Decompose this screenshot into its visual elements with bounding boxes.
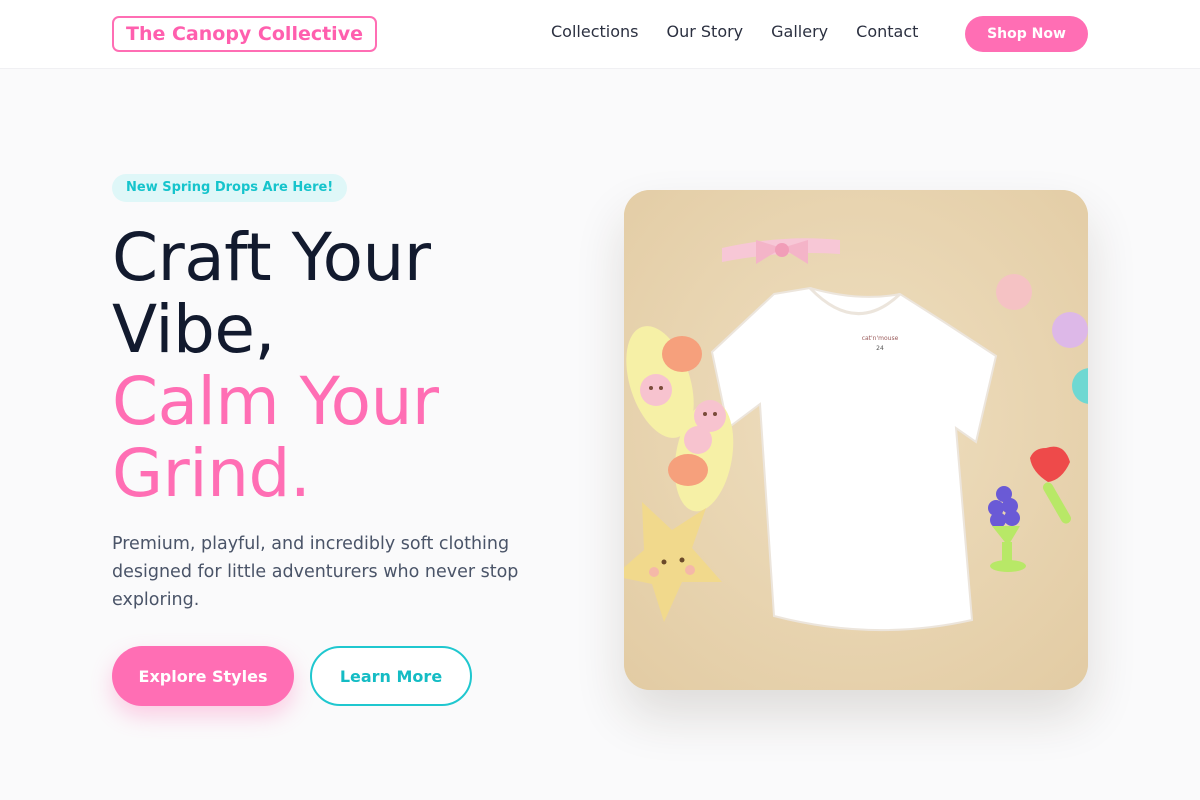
garment-tag-brand: cat'n'mouse <box>862 335 899 342</box>
hero-headline: Craft Your Vibe, Calm Your Grind. <box>112 222 572 510</box>
headline-line-3: Calm Your <box>112 363 439 440</box>
hero-subtitle: Premium, playful, and incredibly soft cl… <box>112 534 519 610</box>
flat-lay-illustration: cat'n'mouse 24 <box>624 190 1088 690</box>
learn-more-button[interactable]: Learn More <box>310 646 472 706</box>
nav-link-our-story[interactable]: Our Story <box>666 22 743 42</box>
main-nav: Collections Our Story Gallery Contact <box>551 22 918 42</box>
new-drops-badge: New Spring Drops Are Here! <box>112 174 348 202</box>
hero-product-image: cat'n'mouse 24 <box>624 190 1088 690</box>
nav-link-collections[interactable]: Collections <box>551 22 638 42</box>
headline-line-1: Craft Your <box>112 219 431 296</box>
nav-link-contact[interactable]: Contact <box>856 22 918 42</box>
garment-tag-size: 24 <box>876 345 884 352</box>
shop-now-button[interactable]: Shop Now <box>965 16 1088 52</box>
brand-logo[interactable]: The Canopy Collective <box>112 16 377 52</box>
explore-styles-button[interactable]: Explore Styles <box>112 646 294 706</box>
nav-link-gallery[interactable]: Gallery <box>771 22 828 42</box>
site-header: The Canopy Collective Collections Our St… <box>0 0 1200 69</box>
headline-line-4: Grind. <box>112 435 311 512</box>
headline-line-2: Vibe, <box>112 291 276 368</box>
